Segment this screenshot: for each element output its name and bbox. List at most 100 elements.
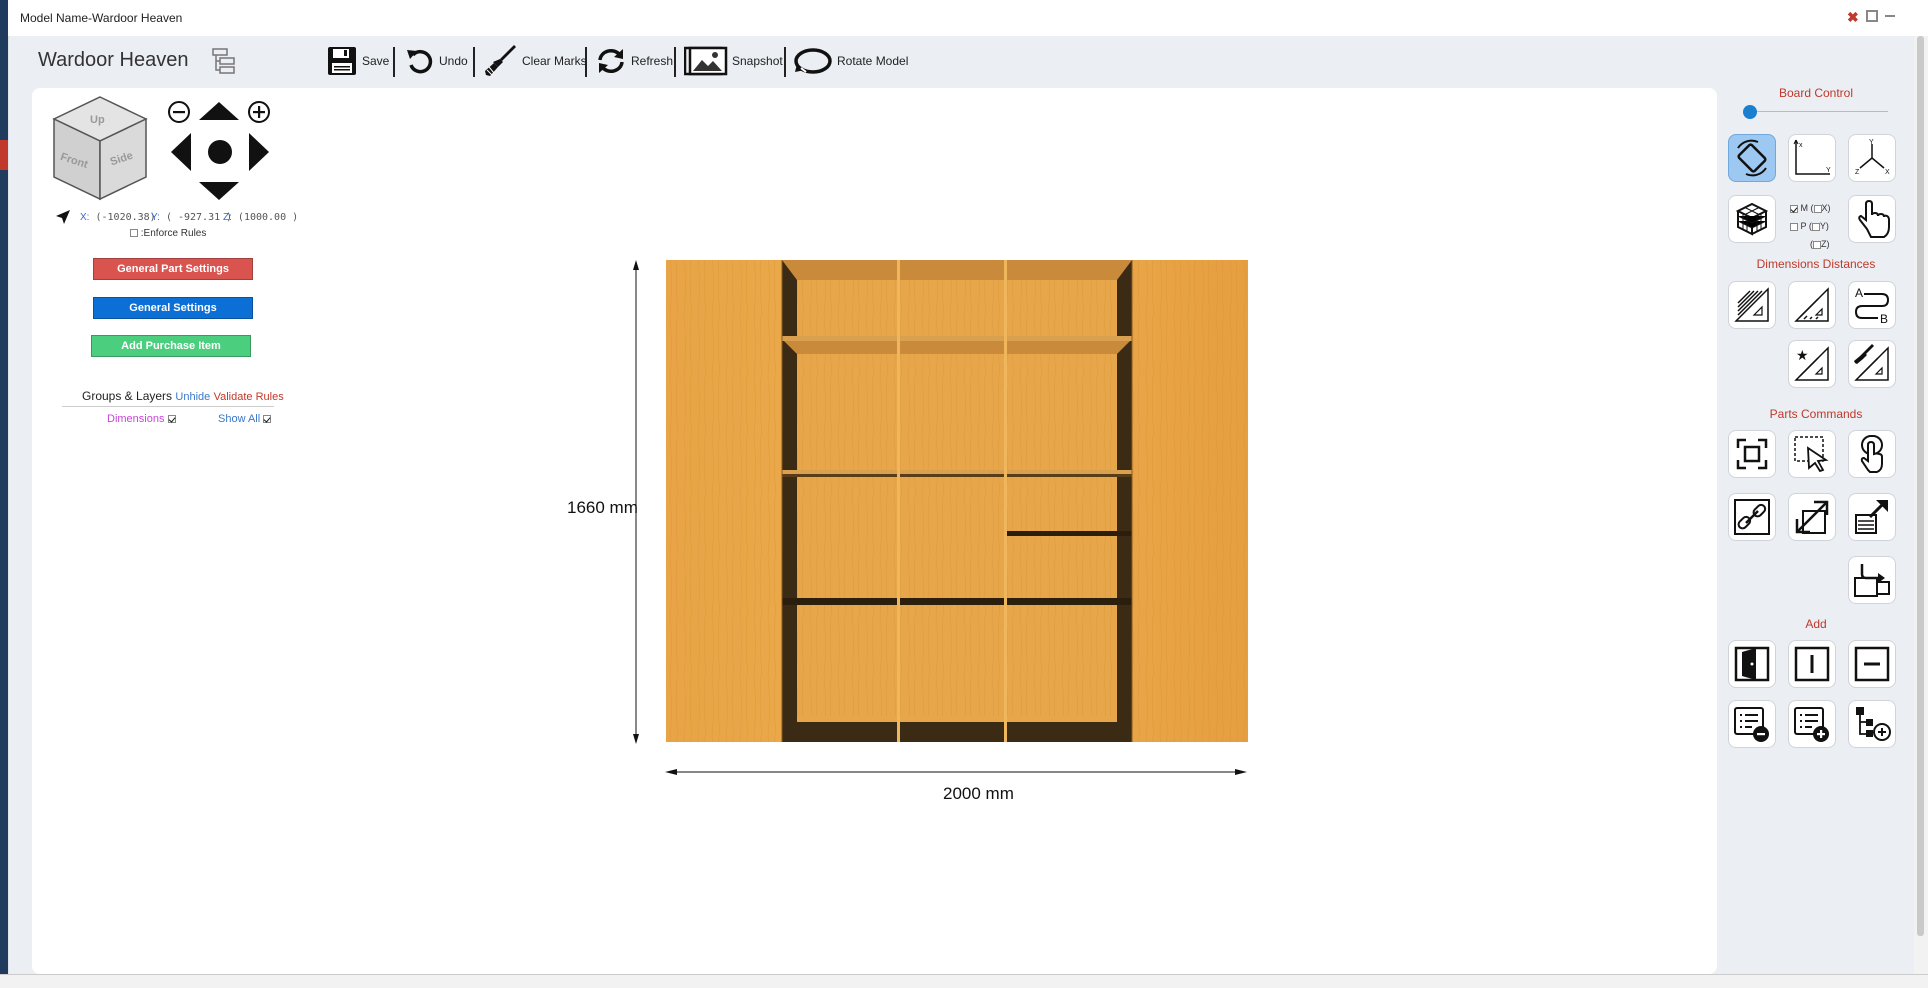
tap-select-button[interactable] xyxy=(1848,430,1896,478)
validate-rules-link[interactable]: Validate Rules xyxy=(214,391,284,403)
width-dimension-label: 2000 mm xyxy=(943,784,1014,803)
height-dimension-label: 1660 mm xyxy=(567,498,638,517)
path-a-b-icon: AB xyxy=(1854,286,1890,325)
dimensions-toggle[interactable]: Dimensions xyxy=(107,413,176,425)
enforce-rules-label: :Enforce Rules xyxy=(140,228,207,239)
center-view-icon[interactable] xyxy=(208,140,232,164)
layers-tree-icon[interactable] xyxy=(212,47,238,77)
add-purchase-item-button[interactable]: Add Purchase Item xyxy=(91,335,251,357)
window-title: Model Name-Wardoor Heaven xyxy=(20,11,183,25)
rotate-model-button[interactable]: Rotate Model xyxy=(793,44,908,78)
ruler-triangle-hatch-icon xyxy=(1734,287,1769,322)
axes-2d-button[interactable]: xY xyxy=(1788,134,1836,182)
touch-select-button[interactable] xyxy=(1848,195,1896,243)
groups-layers-header: Groups & Layers Unhide Validate Rules xyxy=(82,389,284,403)
svg-text:A: A xyxy=(1855,286,1863,300)
general-settings-button[interactable]: General Settings xyxy=(93,297,253,319)
m-label: M ( xyxy=(1800,203,1814,213)
app-title: Wardoor Heaven xyxy=(38,49,189,71)
dimensions-distances-title: Dimensions Distances xyxy=(1756,257,1876,271)
toolbar-divider xyxy=(585,47,587,77)
pan-right-icon[interactable] xyxy=(249,133,269,171)
link-icon xyxy=(1734,499,1770,535)
general-part-settings-button[interactable]: General Part Settings xyxy=(93,258,253,280)
dimension-star-button[interactable]: ★ xyxy=(1788,340,1836,388)
p-checkbox[interactable] xyxy=(1790,222,1798,231)
model-view[interactable]: 1660 mm 2000 mm xyxy=(555,256,1255,806)
dimension-hatch-button[interactable] xyxy=(1728,281,1776,329)
move-part-button[interactable] xyxy=(1848,556,1896,604)
unhide-link[interactable]: Unhide xyxy=(175,391,210,403)
z-label: Z) xyxy=(1821,239,1830,249)
dimension-pencil-button[interactable] xyxy=(1788,281,1836,329)
distance-a-b-button[interactable]: AB xyxy=(1848,281,1896,329)
add-group-button[interactable] xyxy=(1848,700,1896,748)
horizontal-shelf-icon xyxy=(1854,646,1890,682)
show-all-toggle[interactable]: Show All xyxy=(218,413,272,425)
x-label: X) xyxy=(1821,203,1831,213)
refresh-label: Refresh xyxy=(631,54,674,68)
vertical-scrollbar[interactable] xyxy=(1914,36,1928,974)
undo-button[interactable]: Undo xyxy=(405,44,468,78)
toolbar-divider xyxy=(393,47,395,77)
z-checkbox[interactable] xyxy=(1813,240,1821,249)
right-panel: Board Control xY YZX M (X) P (Y) (Z) Dim… xyxy=(1718,80,1914,974)
add-title: Add xyxy=(1805,617,1827,631)
copy-move-icon xyxy=(1854,564,1890,597)
minimize-icon[interactable] xyxy=(1884,10,1896,24)
toolbar-divider xyxy=(674,47,676,77)
selection-cursor-icon xyxy=(1794,436,1829,473)
refresh-button[interactable]: Refresh xyxy=(595,44,673,78)
wardrobe-model[interactable] xyxy=(666,260,1248,742)
window-titlebar: Model Name-Wardoor Heaven ✖ xyxy=(0,0,1928,37)
dimensions-checkbox[interactable] xyxy=(167,415,176,424)
snapshot-label: Snapshot xyxy=(732,54,783,68)
svg-text:Y: Y xyxy=(1826,167,1831,174)
tree-add-icon xyxy=(1856,707,1891,741)
pan-up-icon[interactable] xyxy=(199,102,239,120)
dimension-clear-button[interactable] xyxy=(1848,340,1896,388)
view-cube[interactable]: Up Front Side xyxy=(52,95,148,201)
add-shelf-button[interactable] xyxy=(1848,640,1896,688)
link-parts-button[interactable] xyxy=(1728,493,1776,541)
svg-text:Z: Z xyxy=(1855,169,1860,176)
snapshot-button[interactable]: Snapshot xyxy=(684,44,783,78)
add-vertical-divider-button[interactable] xyxy=(1788,640,1836,688)
vertical-scrollbar-thumb[interactable] xyxy=(1917,36,1924,936)
undo-label: Undo xyxy=(439,54,468,68)
list-add-icon xyxy=(1794,707,1829,742)
m-checkbox[interactable] xyxy=(1790,204,1798,213)
cube-view-button[interactable] xyxy=(1728,195,1776,243)
cube-up-label[interactable]: Up xyxy=(90,114,105,126)
add-item-list-button[interactable] xyxy=(1788,700,1836,748)
pan-left-icon[interactable] xyxy=(171,133,191,171)
touch-icon xyxy=(1860,435,1883,473)
y-label: Y) xyxy=(1819,221,1829,231)
fit-view-button[interactable] xyxy=(1728,430,1776,478)
export-part-button[interactable] xyxy=(1848,493,1896,541)
x-checkbox[interactable] xyxy=(1813,204,1822,213)
close-icon[interactable]: ✖ xyxy=(1847,10,1859,24)
show-all-checkbox[interactable] xyxy=(263,415,272,424)
clear-marks-button[interactable]: Clear Marks xyxy=(484,44,587,78)
axes-3d-button[interactable]: Y Z X xyxy=(1848,134,1896,182)
axes-3d-icon: Y Z X xyxy=(1855,139,1890,176)
rotate-icon xyxy=(794,48,832,74)
door-icon xyxy=(1734,646,1770,682)
rotate-board-button[interactable] xyxy=(1728,134,1776,182)
vertical-divider-icon xyxy=(1794,646,1830,682)
remove-item-list-button[interactable] xyxy=(1728,700,1776,748)
axes-2d-icon: xY xyxy=(1793,139,1831,175)
board-slider-track[interactable] xyxy=(1748,111,1888,112)
resize-part-button[interactable] xyxy=(1788,493,1836,541)
horizontal-scrollbar[interactable] xyxy=(0,974,1928,988)
board-slider-handle[interactable] xyxy=(1743,105,1757,119)
add-door-button[interactable] xyxy=(1728,640,1776,688)
pan-down-icon[interactable] xyxy=(199,182,239,200)
y-checkbox[interactable] xyxy=(1811,222,1820,231)
maximize-icon[interactable] xyxy=(1866,10,1878,24)
save-button[interactable]: Save xyxy=(326,44,389,78)
enforce-rules-checkbox[interactable] xyxy=(130,229,138,238)
resize-arrows-icon xyxy=(1795,500,1829,534)
select-area-button[interactable] xyxy=(1788,430,1836,478)
